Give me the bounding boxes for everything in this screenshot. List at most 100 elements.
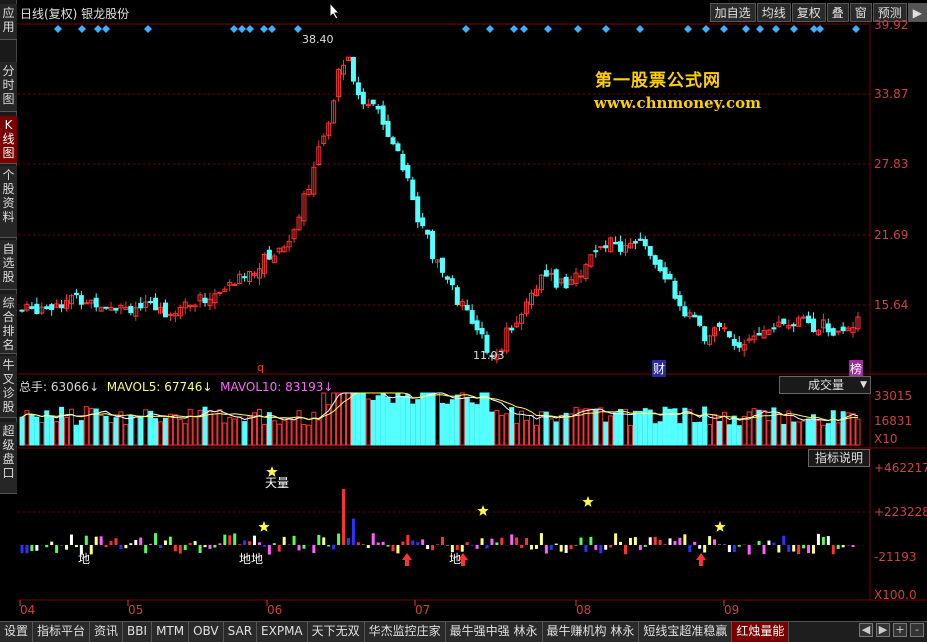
indicator-bar — [154, 533, 158, 545]
indicator-bar — [539, 533, 543, 545]
left-tab-8[interactable]: 超级盘口 — [0, 422, 17, 494]
up-arrow-icon — [696, 553, 706, 566]
indicator-bar — [178, 545, 182, 554]
left-tab-strip: 应用分时图 K线图个股资料自选股综合排名牛叉诊股超级盘口 — [0, 0, 17, 494]
left-tab-5[interactable]: 自选股 — [0, 240, 17, 290]
bottom-tab-11[interactable]: 最牛强中强 林永 — [445, 622, 543, 642]
kline-chart[interactable] — [0, 0, 927, 642]
indicator-bar — [163, 540, 167, 545]
watermark-title: 第一股票公式网 — [595, 71, 721, 91]
toolbar-button-4[interactable]: 叠 — [826, 3, 849, 22]
volume-bar — [741, 415, 747, 446]
volume-bars — [19, 392, 861, 446]
bottom-tab-3[interactable]: 资讯 — [90, 622, 124, 642]
left-tab-4[interactable]: 个股资料 — [0, 166, 17, 238]
indicator-bar — [554, 543, 558, 545]
volume-bar — [801, 420, 807, 446]
event-marker-q[interactable]: q — [257, 361, 264, 374]
bottom-tab-14[interactable]: 红烛量能 — [732, 622, 790, 642]
indicator-bar — [688, 545, 692, 552]
indicator-bar — [109, 541, 113, 545]
left-tab-7[interactable]: 牛叉诊股 — [0, 356, 17, 418]
page-nav-button-4[interactable]: - — [910, 623, 924, 637]
page-nav-button-1[interactable]: ◀ — [859, 623, 873, 637]
indicator-bar — [727, 545, 731, 553]
mouse-cursor-icon — [329, 2, 341, 20]
left-tab-3[interactable]: K线图 — [0, 116, 17, 164]
candle-body — [232, 283, 238, 286]
bottom-tab-8[interactable]: EXPMA — [257, 622, 308, 642]
indicator-bar — [693, 541, 697, 545]
price-high-label: 38.40 — [302, 33, 334, 46]
bottom-tab-4[interactable]: BBI — [123, 622, 153, 642]
candle-body — [202, 297, 208, 304]
indicator-bar — [25, 545, 29, 554]
candle-body — [652, 255, 658, 265]
toolbar-button-3[interactable]: 复权 — [791, 3, 826, 22]
event-marker-finance[interactable]: 财 — [652, 360, 667, 377]
page-nav-button-2[interactable]: ▶ — [876, 623, 890, 637]
toolbar-button-1[interactable]: 加自选 — [709, 3, 756, 22]
volume-axis-label: X10 — [874, 432, 898, 446]
indicator-di-label: 地 — [449, 552, 462, 566]
bottom-tab-2[interactable]: 指标平台 — [33, 622, 91, 642]
candle-body — [148, 300, 154, 303]
page-nav-button-3[interactable]: + — [893, 623, 907, 637]
bottom-tab-9[interactable]: 天下无双 — [307, 622, 365, 642]
indicator-bar — [45, 545, 49, 548]
candle-body — [563, 276, 569, 289]
toolbar-button-5[interactable]: 窗 — [849, 3, 872, 22]
indicator-bar — [604, 545, 608, 550]
volume-bar — [177, 418, 183, 446]
signal-diamond — [602, 25, 610, 33]
bottom-tab-6[interactable]: OBV — [189, 622, 224, 642]
bottom-tab-7[interactable]: SAR — [223, 622, 258, 642]
signal-diamond — [462, 25, 470, 33]
indicator-bar — [584, 545, 588, 552]
volume-bar — [256, 408, 262, 446]
signal-diamond — [54, 25, 62, 33]
price-axis-label: 15.64 — [874, 298, 909, 312]
candle-body — [692, 314, 698, 318]
candle-body — [543, 270, 549, 277]
volume-bar — [350, 392, 356, 446]
left-tab-2[interactable]: 分时图 — [0, 62, 17, 112]
volume-bar — [756, 409, 762, 446]
volume-bar — [19, 416, 25, 446]
indicator-axis-label: +223228 — [874, 505, 927, 519]
volume-bar — [637, 410, 643, 446]
candle-body — [420, 217, 426, 227]
volume-bar — [820, 424, 826, 446]
indicator-bar — [792, 545, 796, 552]
left-tab-6[interactable]: 综合排名 — [0, 294, 17, 354]
candle-body — [667, 273, 673, 280]
left-tab-1[interactable]: 应用 — [0, 4, 17, 40]
bottom-tab-10[interactable]: 华杰监控庄家 — [364, 622, 446, 642]
volume-bar — [222, 422, 228, 446]
indicator-bar — [228, 535, 232, 545]
candle-body — [162, 302, 168, 318]
indicator-bar — [262, 545, 266, 547]
candle-body — [662, 267, 668, 280]
signal-diamond — [702, 25, 710, 33]
bottom-tab-1[interactable]: 设置 — [0, 622, 34, 642]
indicator-axis-label: X100.0 — [874, 588, 917, 602]
indicator-explain-button[interactable]: 指标说明 — [808, 449, 870, 467]
indicator-bar — [826, 536, 830, 545]
bottom-tab-5[interactable]: MTM — [152, 622, 190, 642]
page-nav: ◀ ▶ + - — [859, 623, 924, 637]
toolbar-button-2[interactable]: 均线 — [756, 3, 791, 22]
indicator-bar — [490, 538, 494, 545]
toolbar-button-7[interactable]: ▶ — [907, 3, 927, 22]
volume-bar — [806, 418, 812, 446]
bottom-tab-12[interactable]: 最牛赚机构 林永 — [542, 622, 640, 642]
volume-bar — [529, 414, 535, 446]
bottom-tab-13[interactable]: 短线宝超准稳赢 — [639, 622, 733, 642]
indicator-bar — [797, 545, 801, 555]
indicator-bar — [564, 545, 568, 553]
volume-indicator-select[interactable]: 成交量 ▼ — [779, 376, 871, 394]
volume-bar — [830, 410, 836, 446]
candle-body — [73, 292, 79, 296]
volume-bar — [746, 411, 752, 446]
event-marker-rank[interactable]: 榜 — [849, 360, 864, 377]
